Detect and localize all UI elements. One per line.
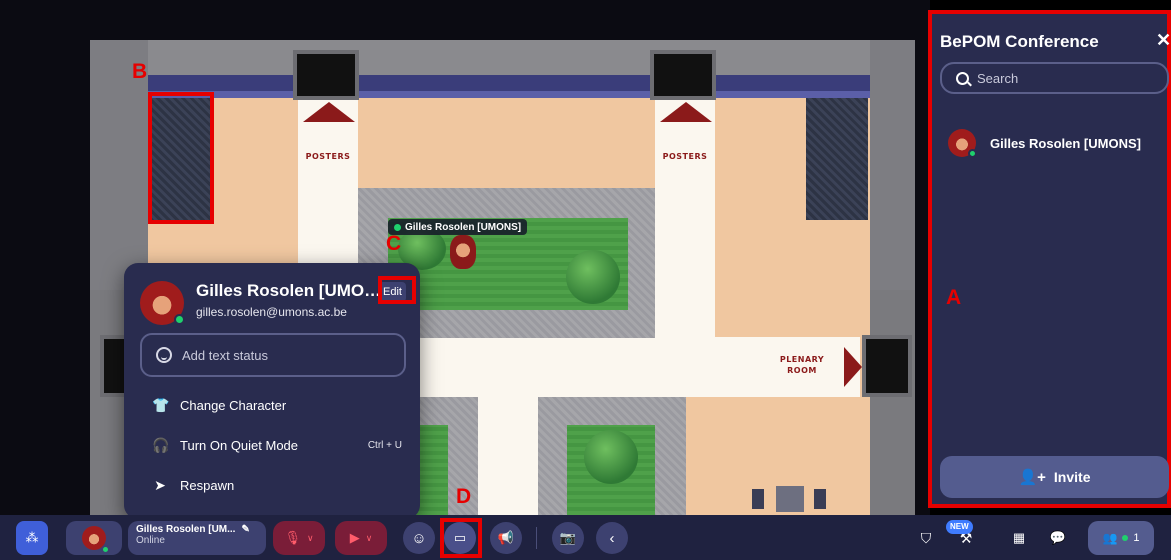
- plenary-label: PLENARY ROOM: [770, 354, 834, 376]
- participants-panel: BePOM Conference ✕ Search Gilles Rosolen…: [928, 10, 1171, 508]
- annotation-box-b: [148, 92, 214, 224]
- smile-icon: [156, 347, 172, 363]
- app-logo-button[interactable]: ⁂: [16, 521, 48, 555]
- arrow-right-icon: [844, 347, 862, 387]
- change-character-label: Change Character: [180, 398, 287, 413]
- camera-icon: 📷: [559, 530, 577, 545]
- calendar-icon: ▦: [1012, 530, 1026, 545]
- search-icon: [956, 71, 969, 85]
- north-wall: [90, 40, 905, 98]
- smile-icon: ☺: [411, 529, 427, 547]
- chair-icon: [752, 489, 764, 509]
- table-icon: [776, 486, 804, 512]
- collapse-toolbar-button[interactable]: ‹: [596, 522, 628, 554]
- announce-button[interactable]: 📢: [490, 522, 522, 554]
- panel-title: BePOM Conference: [940, 32, 1099, 51]
- bar-user-status: Online: [136, 535, 165, 546]
- invite-button[interactable]: 👤+ Invite: [940, 456, 1169, 498]
- calendar-button[interactable]: ▦: [1006, 521, 1032, 555]
- user-name-button[interactable]: Gilles Rosolen [UM... ✎ Online: [128, 521, 266, 555]
- player-avatar[interactable]: [450, 235, 476, 269]
- app-window: POSTERS POSTERS PLENARY ROOM Gilles Roso…: [0, 0, 1171, 560]
- headphones-icon: 🎧: [152, 437, 170, 453]
- respawn-label: Respawn: [180, 478, 235, 493]
- right-corridor: [655, 98, 715, 338]
- profile-name: Gilles Rosolen [UMONS]: [196, 281, 382, 300]
- search-input[interactable]: Search: [940, 62, 1169, 94]
- bar-user-name: Gilles Rosolen [UM...: [136, 524, 236, 535]
- search-placeholder: Search: [977, 70, 1019, 86]
- pencil-icon: ✎: [241, 524, 250, 535]
- online-status-icon: [968, 149, 977, 158]
- change-character-item[interactable]: 👕 Change Character: [152, 397, 402, 414]
- navigate-arrow-icon: ➤: [154, 477, 166, 493]
- annotation-letter-a: A: [946, 286, 962, 309]
- my-avatar-button[interactable]: [66, 521, 122, 555]
- annotation-box-c: [378, 276, 416, 304]
- tree: [566, 250, 620, 304]
- plenary-label-line2: ROOM: [787, 366, 817, 375]
- annotation-letter-b: B: [132, 60, 148, 83]
- text-status-placeholder: Add text status: [182, 347, 268, 363]
- chevron-left-icon: ‹: [609, 529, 615, 547]
- add-user-icon: 👤+: [1018, 469, 1046, 486]
- invite-label: Invite: [1053, 469, 1091, 485]
- people-icon: 👥: [1102, 531, 1118, 545]
- plenary-label-line1: PLENARY: [779, 355, 825, 364]
- participant-avatar: [948, 129, 977, 158]
- camera-off-icon: ▶: [349, 530, 360, 545]
- megaphone-icon: 📢: [497, 530, 515, 545]
- quiet-mode-shortcut: Ctrl + U: [367, 440, 402, 451]
- hub-icon: ⁂: [25, 530, 39, 545]
- toolbar-divider: [536, 527, 537, 549]
- east-door: [862, 335, 912, 397]
- south-corridor: [478, 390, 538, 515]
- chat-icon: 💬: [1049, 530, 1067, 545]
- profile-popup: Gilles Rosolen [UMONS] Edit gilles.rosol…: [124, 263, 420, 519]
- chat-button[interactable]: 💬: [1044, 521, 1072, 555]
- quiet-mode-label: Turn On Quiet Mode: [180, 438, 299, 453]
- online-dot-icon: [1122, 535, 1129, 541]
- respawn-item[interactable]: ➤ Respawn: [152, 477, 402, 494]
- player-nametag: Gilles Rosolen [UMONS]: [388, 219, 528, 235]
- posters-label-left: POSTERS: [305, 152, 351, 161]
- emote-button[interactable]: ☺: [403, 522, 435, 554]
- chevron-down-icon: ∨: [306, 532, 314, 543]
- online-status-icon: [101, 545, 110, 554]
- participants-button[interactable]: 👥 1: [1088, 521, 1154, 555]
- tree: [584, 430, 638, 484]
- north-door-right: [650, 50, 716, 100]
- north-door-left: [293, 50, 359, 100]
- posters-label-right: POSTERS: [662, 152, 708, 161]
- shirt-icon: 👕: [152, 397, 170, 413]
- participant-count: 1: [1133, 532, 1140, 544]
- player-nametag-text: Gilles Rosolen [UMONS]: [405, 221, 522, 233]
- camera-toggle[interactable]: ▶ ∨: [335, 521, 387, 555]
- new-badge: NEW: [946, 520, 973, 534]
- annotation-box-d: [440, 518, 482, 558]
- microphone-toggle[interactable]: 🎙 ∨: [273, 521, 325, 555]
- close-icon[interactable]: ✕: [1156, 30, 1171, 51]
- chair-icon: [814, 489, 826, 509]
- participant-row[interactable]: Gilles Rosolen [UMONS]: [948, 129, 1141, 158]
- participant-name: Gilles Rosolen [UMONS]: [990, 135, 1141, 151]
- arrow-up-icon: [303, 102, 355, 122]
- annotation-letter-d: D: [456, 485, 472, 508]
- screenshot-button[interactable]: 📷: [552, 522, 584, 554]
- profile-email: gilles.rosolen@umons.ac.be: [196, 305, 347, 319]
- avatar: [82, 526, 110, 554]
- poster-booth-right: [806, 98, 868, 220]
- microphone-off-icon: 🎙: [284, 530, 301, 545]
- annotation-letter-c: C: [386, 232, 402, 255]
- text-status-input[interactable]: Add text status: [140, 333, 406, 377]
- online-status-icon: [174, 314, 185, 325]
- chevron-down-icon: ∨: [365, 532, 373, 543]
- quiet-mode-item[interactable]: 🎧 Turn On Quiet Mode Ctrl + U: [152, 437, 402, 454]
- online-status-icon: [394, 223, 401, 231]
- podium-icon: ⛉: [920, 529, 932, 546]
- arrow-up-icon: [660, 102, 712, 122]
- profile-avatar[interactable]: [140, 281, 185, 325]
- bottom-toolbar: ⁂ Gilles Rosolen [UM... ✎ Online 🎙 ∨ ▶ ∨ ☺…: [0, 515, 1171, 560]
- podium-button[interactable]: ⛉: [912, 521, 940, 555]
